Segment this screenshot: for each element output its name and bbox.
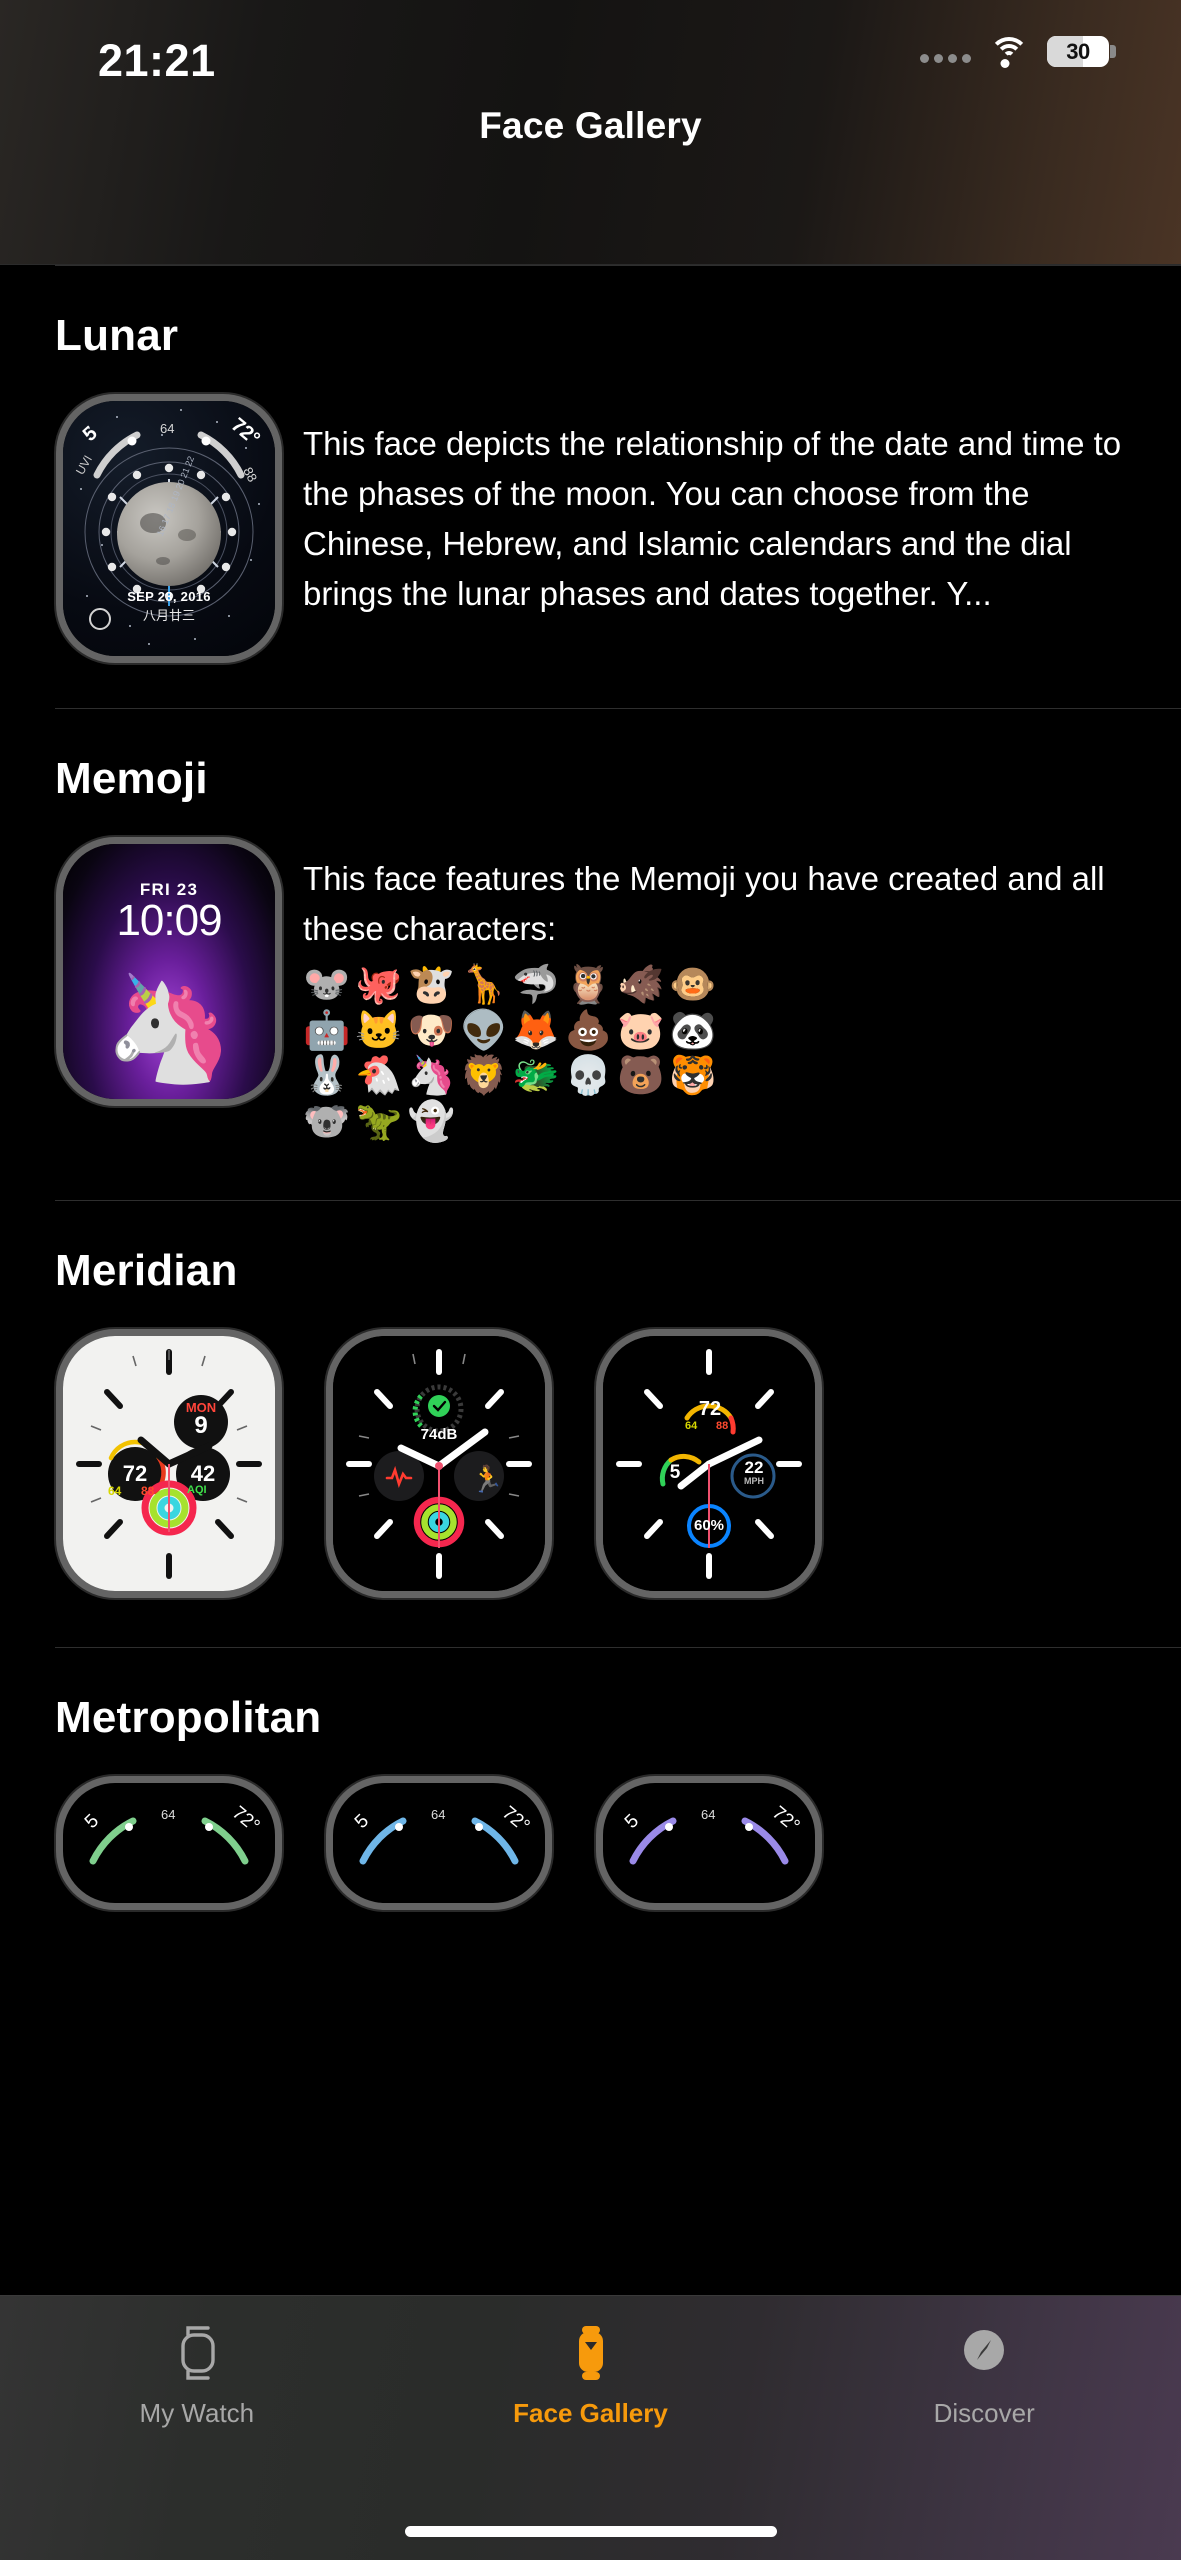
tab-bar: My Watch Face Gallery Discover bbox=[0, 2295, 1181, 2560]
memoji-character: 🐰 bbox=[303, 1055, 351, 1098]
description-memoji-wrap: This face features the Memoji you have c… bbox=[275, 844, 1181, 1144]
memoji-character: 🐙 bbox=[355, 964, 403, 1007]
memoji-character: 🐱 bbox=[355, 1009, 403, 1052]
metropolitan-2-svg bbox=[359, 1817, 519, 1864]
meridian-aqi-label: AQI bbox=[187, 1483, 207, 1496]
home-indicator[interactable] bbox=[404, 2526, 777, 2537]
meridian2-temp-high: 88 bbox=[716, 1419, 729, 1432]
section-title-memoji: Memoji bbox=[55, 754, 208, 803]
memoji-character: 🦉 bbox=[564, 964, 612, 1007]
compass-icon bbox=[964, 2330, 1005, 2370]
memoji-character: 💩 bbox=[564, 1009, 612, 1052]
workout-running-icon: 🏃 bbox=[471, 1463, 504, 1494]
tab-label-my-watch: My Watch bbox=[139, 2398, 255, 2428]
section-lunar: Lunar 5 UVI 72° 64 88 SEP 23, 2016 八月廿三 … bbox=[0, 265, 1181, 656]
memoji-character: 🦊 bbox=[512, 1009, 560, 1052]
unicorn-memoji: 🦄 bbox=[104, 971, 234, 1087]
description-lunar: This face depicts the relationship of th… bbox=[303, 425, 1122, 613]
memoji-character: 🐲 bbox=[512, 1055, 560, 1098]
meridian2-temp-low: 64 bbox=[685, 1419, 698, 1432]
battery-level: 30 bbox=[1066, 38, 1090, 64]
lunar-date-line: SEP 23, 2016 bbox=[127, 589, 211, 604]
meridian2-wind-unit: MPH bbox=[744, 1475, 764, 1486]
memoji-character: 🐶 bbox=[407, 1009, 455, 1052]
memoji-character: 🦈 bbox=[512, 964, 560, 1007]
metropolitan-2-aqi: 64 bbox=[431, 1806, 446, 1822]
tab-label-discover: Discover bbox=[933, 2398, 1035, 2428]
memoji-character: 🐷 bbox=[616, 1009, 665, 1052]
tab-face-gallery[interactable]: Face Gallery bbox=[394, 2296, 788, 2429]
memoji-character: 🦒 bbox=[459, 964, 508, 1007]
memoji-character: 🐮 bbox=[407, 964, 455, 1007]
watch-face-preview-memoji[interactable]: FRI 23 10:09 🦄 bbox=[63, 844, 275, 1099]
section-memoji: Memoji FRI 23 10:09 🦄 This face features… bbox=[0, 708, 1181, 1144]
watch-face-preview-meridian-black-2[interactable]: 72 64 88 5 22 MPH 60% bbox=[603, 1335, 815, 1591]
meridian2-uv-value: 5 bbox=[669, 1461, 681, 1483]
memoji-character: 🦁 bbox=[459, 1055, 508, 1098]
watch-face-preview-metropolitan-2[interactable]: 5 64 72° bbox=[333, 1782, 545, 1903]
face-gallery-scroll-area[interactable]: Lunar 5 UVI 72° 64 88 SEP 23, 2016 八月廿三 … bbox=[0, 265, 1181, 2295]
meridian2-wind-value: 22 bbox=[744, 1457, 764, 1477]
section-title-metropolitan: Metropolitan bbox=[55, 1692, 322, 1742]
meridian-uv-high: 88 bbox=[141, 1483, 155, 1498]
watch-face-preview-metropolitan-1[interactable]: 5 64 72° bbox=[63, 1782, 275, 1903]
tab-my-watch[interactable]: My Watch bbox=[0, 2296, 394, 2429]
memoji-time: 10:09 bbox=[116, 896, 222, 945]
watch-face-preview-meridian-white[interactable]: MON 9 72 64 88 42 AQI bbox=[63, 1335, 275, 1591]
metropolitan-3-aqi: 64 bbox=[701, 1806, 716, 1822]
memoji-character: 🐼 bbox=[669, 1009, 717, 1052]
memoji-character: 👽 bbox=[459, 1009, 508, 1052]
metropolitan-1-aqi: 64 bbox=[161, 1806, 176, 1822]
face-gallery-icon bbox=[578, 2326, 603, 2380]
memoji-character: 🐨 bbox=[303, 1100, 351, 1143]
memoji-character: 🦄 bbox=[407, 1055, 455, 1098]
meridian-noise-value: 74dB bbox=[420, 1425, 458, 1443]
tab-label-face-gallery: Face Gallery bbox=[513, 2398, 668, 2428]
watch-face-preview-lunar[interactable]: 5 UVI 72° 64 88 SEP 23, 2016 八月廿三 16 17 … bbox=[63, 401, 275, 656]
memoji-character: 🤖 bbox=[303, 1009, 351, 1052]
meridian2-temp-value: 72 bbox=[698, 1397, 722, 1420]
navigation-bar: 21:21 30 Face Gallery bbox=[0, 0, 1181, 265]
memoji-character: 🐵 bbox=[669, 964, 717, 1007]
memoji-character-grid: 🐭 🐙 🐮 🦒 🦈 🦉 🐗 🐵 🤖 🐱 🐶 👽 🦊 💩 🐷 🐼 🐰 🐔 🦄 🦁 🐲 💀 🐻 🐯 🐨 🦖 👻 bbox=[303, 954, 723, 1143]
memoji-character: 🦖 bbox=[355, 1100, 403, 1143]
watch-icon bbox=[181, 2326, 215, 2380]
status-bar-time: 21:21 bbox=[98, 35, 216, 86]
description-memoji: This face features the Memoji you have c… bbox=[303, 860, 1105, 948]
meridian-date-day: 9 bbox=[194, 1411, 208, 1439]
battery-icon: 30 bbox=[1047, 36, 1116, 67]
tab-discover[interactable]: Discover bbox=[787, 2296, 1181, 2429]
signal-dots-icon bbox=[920, 41, 971, 63]
meridian-uv-low: 64 bbox=[108, 1483, 122, 1498]
memoji-character: 🐔 bbox=[355, 1055, 403, 1098]
meridian-white-svg bbox=[76, 1348, 262, 1579]
status-bar: 21:21 30 bbox=[0, 0, 1181, 110]
section-metropolitan: Metropolitan 5 64 72° 5 64 72° 5 64 72° bbox=[0, 1646, 1181, 1903]
memoji-character: 👻 bbox=[407, 1100, 455, 1143]
meridian2-battery-value: 60% bbox=[693, 1516, 725, 1534]
memoji-character: 💀 bbox=[564, 1055, 612, 1098]
section-title-lunar: Lunar bbox=[55, 311, 179, 360]
meridian-black-1-svg bbox=[346, 1348, 532, 1579]
section-meridian: Meridian MON 9 72 64 88 42 AQI 74dB 🏃 72… bbox=[0, 1199, 1181, 1591]
wifi-icon bbox=[989, 36, 1029, 68]
memoji-character: 🐻 bbox=[616, 1055, 665, 1098]
lunar-aqi-low: 64 bbox=[160, 421, 175, 436]
memoji-character: 🐭 bbox=[303, 964, 351, 1007]
timer-icon bbox=[89, 608, 111, 630]
watch-face-preview-metropolitan-3[interactable]: 5 64 72° bbox=[603, 1782, 815, 1903]
metropolitan-1-svg bbox=[89, 1817, 249, 1864]
memoji-character: 🐗 bbox=[616, 964, 665, 1007]
section-title-meridian: Meridian bbox=[55, 1245, 238, 1295]
watch-face-preview-meridian-black-1[interactable]: 74dB 🏃 bbox=[333, 1335, 545, 1591]
memoji-character: 🐯 bbox=[669, 1055, 717, 1098]
metropolitan-3-svg bbox=[629, 1817, 789, 1864]
page-title: Face Gallery bbox=[479, 105, 702, 146]
meridian-black-2-svg bbox=[616, 1348, 802, 1579]
